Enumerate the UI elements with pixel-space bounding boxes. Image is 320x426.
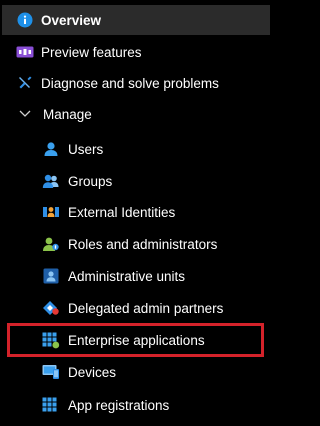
sidebar-item-label: Delegated admin partners (68, 300, 224, 316)
roles-icon (42, 235, 60, 253)
sidebar-nav: Overview Preview features Diagnose and s… (0, 0, 272, 426)
sidebar-item-preview-features[interactable]: Preview features (0, 37, 272, 67)
sidebar-item-diagnose[interactable]: Diagnose and solve problems (0, 68, 272, 98)
section-manage[interactable]: Manage (0, 99, 272, 129)
sidebar-item-label: Users (68, 141, 104, 157)
user-icon (42, 140, 60, 158)
sidebar-item-label: External Identities (68, 204, 176, 220)
sidebar-item-label: Groups (68, 173, 113, 189)
sidebar-item-users[interactable]: Users (0, 134, 272, 164)
delegated-partners-icon (42, 299, 60, 317)
external-identities-icon (42, 203, 60, 221)
administrative-units-icon (42, 267, 60, 285)
sidebar-item-label: Overview (41, 12, 102, 28)
sidebar-item-groups[interactable]: Groups (0, 166, 272, 196)
section-manage-label: Manage (43, 106, 92, 122)
sidebar-item-overview[interactable]: Overview (2, 5, 270, 35)
groups-icon (42, 172, 60, 190)
chevron-down-icon (18, 107, 32, 121)
sidebar-item-administrative-units[interactable]: Administrative units (0, 261, 272, 291)
info-icon (16, 11, 34, 29)
wrench-icon (16, 74, 34, 92)
app-registrations-icon (42, 396, 60, 414)
sidebar-item-roles-and-administrators[interactable]: Roles and administrators (0, 229, 272, 259)
sidebar-item-label: Devices (68, 364, 117, 380)
sidebar-item-devices[interactable]: Devices (0, 357, 272, 387)
sidebar-item-app-registrations[interactable]: App registrations (0, 390, 272, 420)
devices-icon (42, 363, 60, 381)
sidebar-item-label: Administrative units (68, 268, 186, 284)
sidebar-item-label: Preview features (41, 44, 142, 60)
sidebar-item-label: App registrations (68, 397, 170, 413)
preview-features-icon (16, 43, 34, 61)
sidebar-item-label: Diagnose and solve problems (41, 75, 219, 91)
highlight-box (7, 323, 264, 357)
sidebar-item-label: Roles and administrators (68, 236, 218, 252)
sidebar-item-delegated-admin-partners[interactable]: Delegated admin partners (0, 293, 272, 323)
sidebar-item-external-identities[interactable]: External Identities (0, 197, 272, 227)
